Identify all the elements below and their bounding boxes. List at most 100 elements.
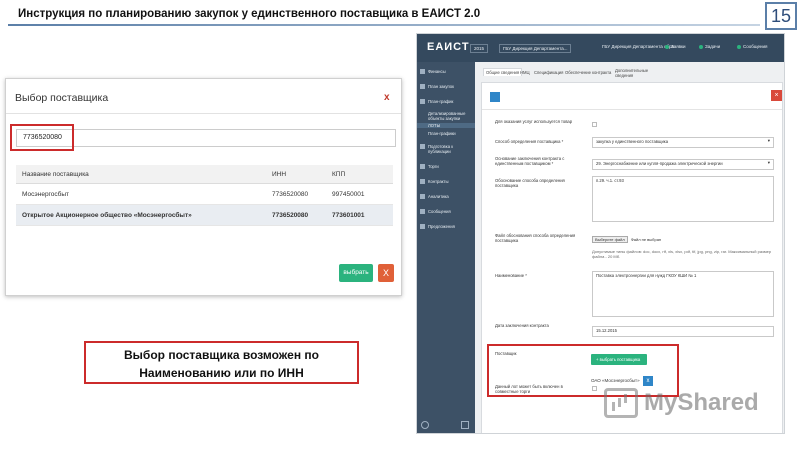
contracts-icon [420,179,425,184]
finance-icon [420,69,425,74]
sidebar-label: Предложения [428,224,455,229]
single-supplier-basis-label: Основание заключения контракта с единств… [495,156,565,166]
sidebar-label: План-графики [428,131,456,136]
supplier-inn-cell: 7736520080 [272,190,309,198]
app-sidebar: Финансы План закупок План-график Детализ… [417,62,475,433]
sidebar-label: План закупок [428,84,454,89]
tab-general[interactable]: Общие сведения [483,68,523,76]
caption-line-1: Выбор поставщика возможен по [124,348,319,362]
file-status: Файл не выбран [630,237,662,242]
app-topbar: ЕАИСТ 2015 ГБУ Дирекция Департамента... … [417,34,784,62]
table-header-row: Название поставщика ИНН КПП [16,165,393,184]
file-types-hint: Допустимые типы файлов: doc, docx, rtf, … [592,249,772,259]
sidebar-label: Подготовка к публикации [428,144,454,154]
justification-file-label: Файл обоснования способа определения пос… [495,233,576,243]
tab-additional[interactable]: Дополнительные сведения [615,68,651,78]
method-justification-textarea[interactable]: п.29. ч.1. ст.93 [592,176,774,222]
lot-name-label: Наименование * [495,273,527,278]
choose-file-button[interactable]: Выберите файл [592,236,628,243]
caption-line-2: Наименованию или по ИНН [139,366,304,380]
app-logo: ЕАИСТ [427,41,470,53]
dialog-divider [6,113,401,114]
goods-used-label: Для оказания услуг используется товар [495,119,573,124]
nav-messages[interactable]: Сообщения [737,44,767,49]
sidebar-item-schedules[interactable]: План-графики [417,131,475,136]
supplier-kpp-cell: 773601001 [332,211,365,219]
table-row[interactable]: Мосэнергосбыт 7736520080 997450001 [16,184,393,205]
nav-requests-label: Заявки [671,44,686,49]
sidebar-item-lots[interactable]: ЛОТЫ [417,123,475,128]
plus-icon [665,44,669,49]
year-selector[interactable]: 2015 [470,44,489,53]
dialog-close-icon[interactable]: x [384,92,390,103]
sidebar-label: Сообщения [428,209,451,214]
message-icon [737,44,741,49]
slide-number: 15 [765,2,797,30]
supplier-kpp-cell: 997450001 [332,190,365,198]
dialog-title: Выбор поставщика [15,92,109,104]
sidebar-item-publication[interactable]: Подготовка к публикации [417,144,475,154]
sidebar-item-schedule[interactable]: План-график [417,99,475,104]
cancel-button[interactable]: X [378,264,394,282]
goods-used-checkbox[interactable] [592,122,597,127]
column-header-inn: ИНН [272,170,287,178]
task-icon [699,44,703,49]
header-divider [8,24,760,26]
sidebar-item-tenders[interactable]: Торги [417,164,475,169]
sidebar-label: Финансы [428,69,446,74]
method-justification-label: Обоснование способа определения поставщи… [495,178,565,188]
watermark-text: MyShared [644,389,759,416]
watermark: MyShared [604,386,759,420]
sidebar-label: ЛОТЫ [428,123,441,128]
supplier-inn-cell: 7736520080 [272,211,309,219]
org-selector[interactable]: ГБУ Дирекция Департамента... [499,44,572,53]
chevron-down-icon: ▾ [767,138,770,143]
tab-contract-security[interactable]: Обеспечение контракта [565,70,611,75]
supplier-table: Название поставщика ИНН КПП Мосэнергосбы… [16,165,393,226]
messages-icon [420,209,425,214]
presentation-icon [604,388,638,418]
supplier-method-select[interactable]: закупка у единственного поставщика ▾ [592,137,774,148]
supplier-name-cell: Открытое Акционерное общество «Мосэнерго… [22,211,192,219]
sidebar-item-purchase-plan[interactable]: План закупок [417,84,475,89]
column-header-kpp: КПП [332,170,346,178]
caption-box: Выбор поставщика возможен по Наименовани… [84,341,359,384]
save-icon[interactable] [490,92,500,102]
lot-name-textarea[interactable]: Поставка электроэнергии для нужд ГКОУ КШ… [592,271,774,317]
sidebar-label: Контракты [428,179,449,184]
sidebar-item-contracts[interactable]: Контракты [417,179,475,184]
sidebar-item-analytics[interactable]: Аналитика [417,194,475,199]
chevron-down-icon: ▾ [767,160,770,165]
single-supplier-basis-select[interactable]: 29. Энергоснабжение или купля-продажа эл… [592,159,774,170]
collapse-icon[interactable] [461,421,469,429]
slide-title: Инструкция по планированию закупок у еди… [18,8,481,20]
publication-icon [420,144,425,149]
supplier-select-dialog: Выбор поставщика x 7736520080 Название п… [5,78,402,296]
schedule-icon [420,99,425,104]
select-button[interactable]: выбрать [339,264,373,282]
panel-divider [482,109,782,110]
nav-requests[interactable]: Заявки [665,44,686,49]
analytics-icon [420,194,425,199]
nav-tasks[interactable]: Задачи [699,44,720,49]
contract-date-label: Дата заключения контракта [495,323,549,328]
sidebar-item-finance[interactable]: Финансы [417,69,475,74]
close-icon[interactable]: × [771,90,782,101]
plan-icon [420,84,425,89]
sidebar-label: План-график [428,99,454,104]
tab-specification[interactable]: Спецификация [534,70,563,75]
contract-date-input[interactable]: 15.12.2015 [592,326,774,337]
sidebar-label: Торги [428,164,439,169]
column-header-name: Название поставщика [22,170,89,178]
file-picker[interactable]: Выберите файл Файл не выбран [592,236,661,243]
settings-icon[interactable] [421,421,429,429]
sidebar-item-messages[interactable]: Сообщения [417,209,475,214]
tab-nmc[interactable]: НМЦ [520,70,530,75]
sidebar-label: Детализированные объекты закупки [428,111,466,121]
sidebar-label: Аналитика [428,194,449,199]
table-row-selected[interactable]: Открытое Акционерное общество «Мосэнерго… [16,205,393,226]
tenders-icon [420,164,425,169]
sidebar-item-proposals[interactable]: Предложения [417,224,475,229]
sidebar-item-detailed-objects[interactable]: Детализированные объекты закупки [417,111,475,121]
proposals-icon [420,224,425,229]
